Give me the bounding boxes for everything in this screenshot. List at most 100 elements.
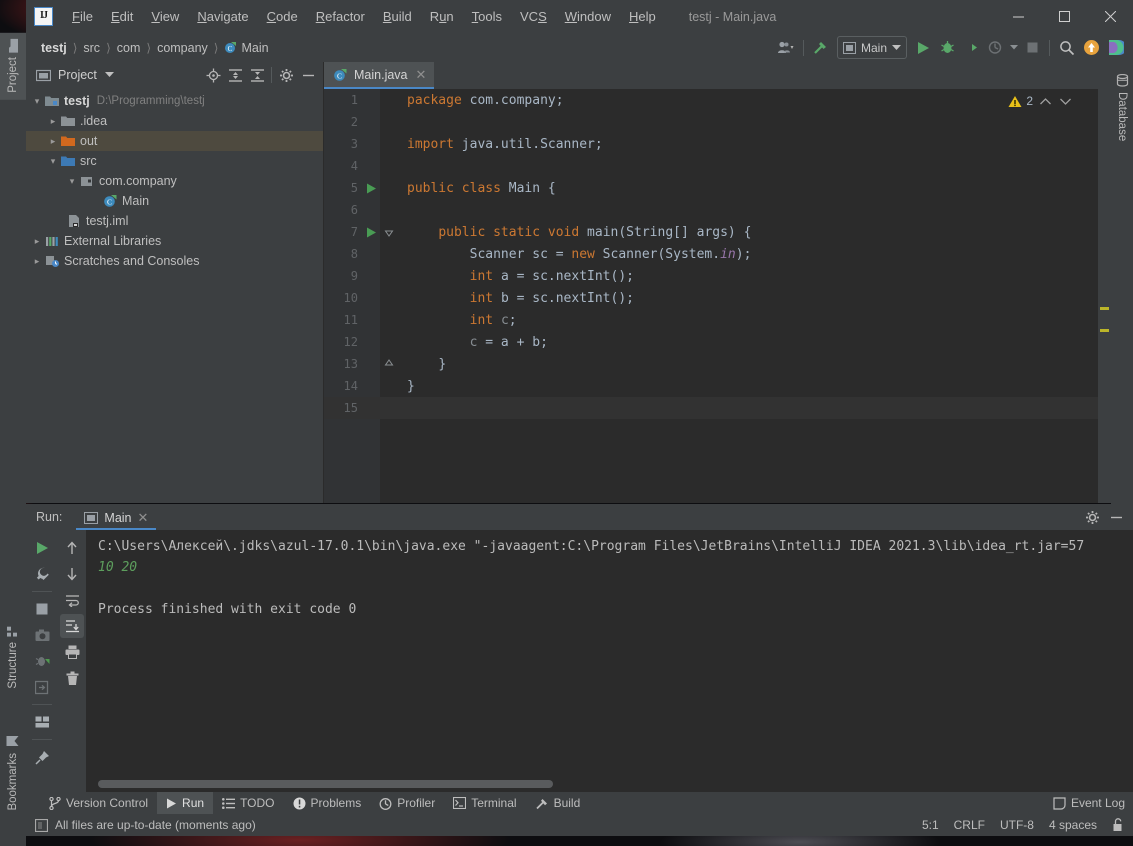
chevron-down-icon[interactable]: ▾ bbox=[65, 176, 79, 187]
stop-icon[interactable] bbox=[30, 597, 54, 621]
hide-panel-icon[interactable] bbox=[1105, 506, 1127, 528]
profile-button[interactable] bbox=[983, 36, 1007, 60]
code-line[interactable]: 8 Scanner sc = new Scanner(System.in); bbox=[324, 243, 1111, 265]
dump-threads-icon[interactable] bbox=[30, 649, 54, 673]
tree-node-scratches[interactable]: ▸ Scratches and Consoles bbox=[26, 251, 323, 271]
close-icon[interactable]: ✕ bbox=[138, 510, 149, 526]
rerun-icon[interactable] bbox=[30, 536, 54, 560]
code-line[interactable]: 14} bbox=[324, 375, 1111, 397]
code-line[interactable]: 4 bbox=[324, 155, 1111, 177]
clear-all-icon[interactable] bbox=[60, 666, 84, 690]
menu-item-build[interactable]: Build bbox=[374, 5, 421, 28]
user-avatar-icon[interactable] bbox=[774, 36, 798, 60]
settings-gear-icon[interactable] bbox=[1081, 506, 1103, 528]
tree-node-testj[interactable]: ▾ testj D:\Programming\testj bbox=[26, 91, 323, 111]
menu-item-file[interactable]: File bbox=[63, 5, 102, 28]
status-message-area[interactable]: All files are up-to-date (moments ago) bbox=[26, 818, 256, 832]
menu-item-navigate[interactable]: Navigate bbox=[188, 5, 257, 28]
tree-node-idea[interactable]: ▸ .idea bbox=[26, 111, 323, 131]
prev-problem-icon[interactable] bbox=[1037, 93, 1053, 109]
warning-stripe-mark[interactable] bbox=[1100, 329, 1109, 332]
hammer-build-icon[interactable] bbox=[809, 36, 833, 60]
ide-assistant-icon[interactable] bbox=[1103, 36, 1127, 60]
sidebar-item-database[interactable]: Database bbox=[1111, 68, 1133, 147]
run-button[interactable] bbox=[911, 36, 935, 60]
code-line[interactable]: 11 int c; bbox=[324, 309, 1111, 331]
export-icon[interactable] bbox=[30, 675, 54, 699]
inspection-widget[interactable]: 2 bbox=[1008, 93, 1073, 109]
code-line[interactable]: 7 public static void main(String[] args)… bbox=[324, 221, 1111, 243]
error-stripe[interactable] bbox=[1098, 89, 1111, 503]
chevron-down-icon[interactable] bbox=[104, 72, 114, 78]
tree-node-testj-iml[interactable]: testj.iml bbox=[26, 211, 323, 231]
code-line[interactable]: 12 c = a + b; bbox=[324, 331, 1111, 353]
code-line[interactable]: 9 int a = sc.nextInt(); bbox=[324, 265, 1111, 287]
warning-stripe-mark[interactable] bbox=[1100, 307, 1109, 310]
sidebar-item-bookmarks[interactable]: Bookmarks bbox=[0, 728, 26, 818]
menu-item-window[interactable]: Window bbox=[556, 5, 620, 28]
breadcrumb-item-src[interactable]: src bbox=[78, 39, 105, 57]
tree-node-external-libraries[interactable]: ▸ External Libraries bbox=[26, 231, 323, 251]
tree-node-com-company[interactable]: ▾ com.company bbox=[26, 171, 323, 191]
bottom-tab-profiler[interactable]: Profiler bbox=[370, 792, 444, 814]
editor-tab-main-java[interactable]: C Main.java ✕ bbox=[324, 62, 435, 89]
code-line[interactable]: 1 package com.company; bbox=[324, 89, 1111, 111]
breadcrumb-item-main[interactable]: C Main bbox=[219, 39, 273, 57]
code-line[interactable]: 2 bbox=[324, 111, 1111, 133]
tree-node-main[interactable]: C Main bbox=[26, 191, 323, 211]
console-horizontal-scrollbar[interactable] bbox=[98, 780, 553, 788]
bottom-tab-build[interactable]: Build bbox=[526, 792, 590, 814]
breadcrumb-item-com[interactable]: com bbox=[112, 39, 146, 57]
code-fold-icon[interactable] bbox=[380, 359, 398, 369]
expand-all-icon[interactable] bbox=[224, 64, 246, 86]
menu-item-code[interactable]: Code bbox=[258, 5, 307, 28]
maximize-button[interactable] bbox=[1041, 0, 1087, 33]
chevron-down-icon[interactable]: ▾ bbox=[30, 96, 44, 107]
caret-position[interactable]: 5:1 bbox=[922, 818, 939, 832]
soft-wrap-icon[interactable] bbox=[60, 588, 84, 612]
code-line[interactable]: 3 import java.util.Scanner; bbox=[324, 133, 1111, 155]
chevron-right-icon[interactable]: ▸ bbox=[30, 256, 44, 267]
chevron-right-icon[interactable]: ▸ bbox=[30, 236, 44, 247]
menu-item-refactor[interactable]: Refactor bbox=[307, 5, 374, 28]
bottom-tab-version-control[interactable]: Version Control bbox=[40, 792, 157, 814]
tree-node-src[interactable]: ▾ src bbox=[26, 151, 323, 171]
stop-button[interactable] bbox=[1020, 36, 1044, 60]
unlocked-icon[interactable] bbox=[1112, 818, 1125, 832]
layout-icon[interactable] bbox=[30, 710, 54, 734]
profile-dropdown-icon[interactable] bbox=[1007, 36, 1020, 60]
chevron-right-icon[interactable]: ▸ bbox=[46, 116, 60, 127]
locate-target-icon[interactable] bbox=[202, 64, 224, 86]
bottom-tab-todo[interactable]: TODO bbox=[213, 792, 283, 814]
run-with-coverage-button[interactable] bbox=[959, 36, 983, 60]
menu-item-vcs[interactable]: VCS bbox=[511, 5, 556, 28]
line-separator[interactable]: CRLF bbox=[954, 818, 985, 832]
console-output[interactable]: C:\Users\Алексей\.jdks\azul-17.0.1\bin\j… bbox=[86, 530, 1133, 792]
settings-gear-icon[interactable] bbox=[275, 64, 297, 86]
event-log-button[interactable]: Event Log bbox=[1053, 796, 1125, 810]
run-tab-main[interactable]: Main ✕ bbox=[76, 507, 157, 530]
close-button[interactable] bbox=[1087, 0, 1133, 33]
close-icon[interactable]: ✕ bbox=[416, 67, 427, 83]
tree-node-out[interactable]: ▸ out bbox=[26, 131, 323, 151]
wrench-settings-icon[interactable] bbox=[30, 562, 54, 586]
debug-button[interactable] bbox=[935, 36, 959, 60]
chevron-down-icon[interactable]: ▾ bbox=[46, 156, 60, 167]
project-tree[interactable]: ▾ testj D:\Programming\testj ▸ .idea ▸ o… bbox=[26, 89, 323, 503]
code-line[interactable]: 10 int b = sc.nextInt(); bbox=[324, 287, 1111, 309]
search-everywhere-icon[interactable] bbox=[1055, 36, 1079, 60]
scroll-up-icon[interactable] bbox=[60, 536, 84, 560]
breadcrumb-item-project[interactable]: testj bbox=[36, 39, 72, 57]
next-problem-icon[interactable] bbox=[1057, 93, 1073, 109]
scroll-to-end-icon[interactable] bbox=[60, 614, 84, 638]
code-editor[interactable]: 2 1 package com.company; 2 3 import java.ut… bbox=[324, 89, 1111, 503]
code-line[interactable]: 5 public class Main { bbox=[324, 177, 1111, 199]
collapse-all-icon[interactable] bbox=[246, 64, 268, 86]
menu-item-tools[interactable]: Tools bbox=[463, 5, 511, 28]
updates-icon[interactable] bbox=[1079, 36, 1103, 60]
chevron-right-icon[interactable]: ▸ bbox=[46, 136, 60, 147]
print-icon[interactable] bbox=[60, 640, 84, 664]
code-line[interactable]: 15 bbox=[324, 397, 1111, 419]
sidebar-item-structure[interactable]: Structure bbox=[0, 617, 26, 696]
gutter-run-icon[interactable] bbox=[362, 183, 380, 194]
